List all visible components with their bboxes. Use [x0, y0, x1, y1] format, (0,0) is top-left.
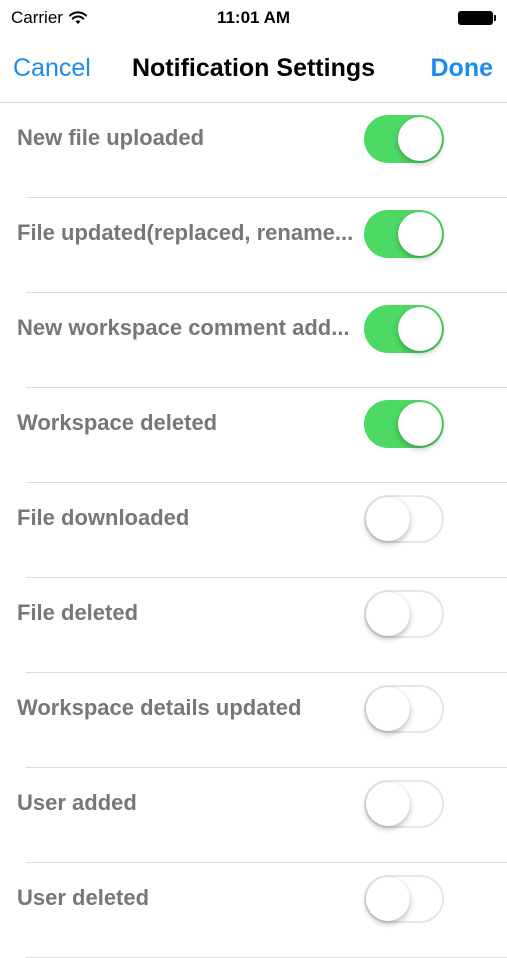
setting-row: User added [17, 768, 507, 863]
status-time: 11:01 AM [216, 8, 291, 27]
setting-label: File updated(replaced, rename... [17, 220, 354, 245]
setting-label: New workspace comment add... [17, 315, 350, 340]
toggle-knob [366, 782, 410, 826]
setting-label: File deleted [17, 600, 139, 625]
notification-toggle[interactable] [364, 590, 444, 638]
setting-row: File downloaded [17, 483, 507, 578]
setting-row: File deleted [17, 578, 507, 673]
setting-label: Workspace details updated [17, 695, 302, 720]
setting-row: New file uploaded [17, 103, 507, 198]
toggle-knob [398, 212, 442, 256]
notification-toggle[interactable] [364, 780, 444, 828]
toggle-knob [366, 592, 410, 636]
toggle-knob [398, 117, 442, 161]
done-button[interactable]: Done [431, 54, 494, 83]
battery-icon [458, 11, 496, 25]
navigation-bar: Cancel Notification Settings Done [0, 38, 507, 103]
setting-label: File downloaded [17, 505, 190, 530]
notification-toggle[interactable] [364, 115, 444, 163]
notification-toggle[interactable] [364, 495, 444, 543]
setting-label: User added [17, 790, 137, 815]
setting-label: Workspace deleted [17, 410, 218, 435]
setting-row: New workspace comment add... [17, 293, 507, 388]
notification-toggle[interactable] [364, 305, 444, 353]
notification-toggle[interactable] [364, 685, 444, 733]
toggle-knob [398, 307, 442, 351]
setting-label: User deleted [17, 885, 150, 910]
setting-row: Workspace details updated [17, 673, 507, 768]
status-bar: Carrier 11:01 AM [0, 0, 507, 38]
notification-toggle[interactable] [364, 210, 444, 258]
notification-toggle[interactable] [364, 400, 444, 448]
notification-toggle[interactable] [364, 875, 444, 923]
toggle-knob [366, 877, 410, 921]
toggle-knob [398, 402, 442, 446]
toggle-knob [366, 497, 410, 541]
setting-row: File updated(replaced, rename... [17, 198, 507, 293]
notification-settings-list: New file uploaded File updated(replaced, … [0, 103, 507, 958]
setting-row: Workspace deleted [17, 388, 507, 483]
setting-label: New file uploaded [17, 125, 205, 150]
toggle-knob [366, 687, 410, 731]
setting-row: User deleted [17, 863, 507, 958]
